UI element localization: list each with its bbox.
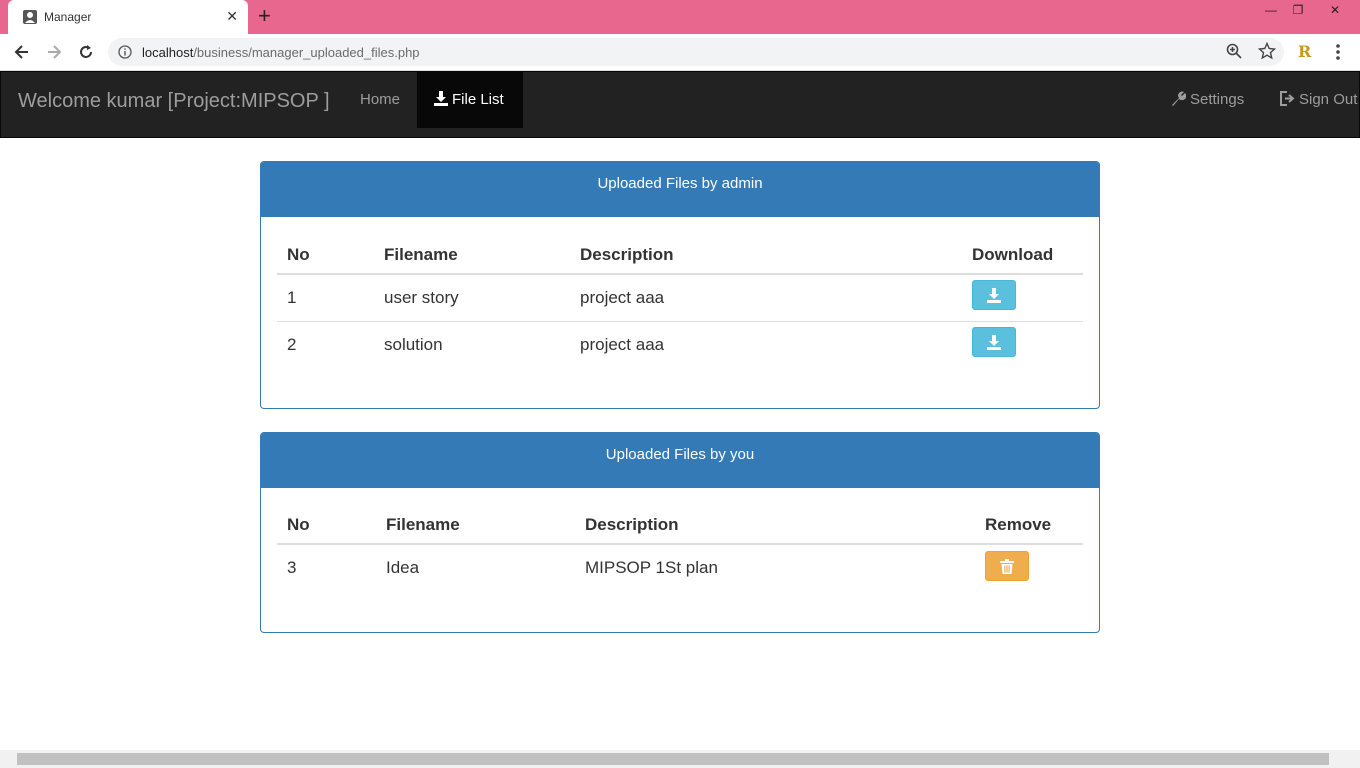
- user-favicon-icon: [23, 10, 37, 24]
- tab-close-icon[interactable]: ✕: [226, 8, 238, 24]
- admin-files-table: No Filename Description Download 1 user …: [277, 236, 1083, 368]
- column-header: Remove: [975, 506, 1083, 545]
- cell-description: project aaa: [570, 320, 962, 368]
- download-icon: [987, 335, 1001, 351]
- user-files-table: No Filename Description Remove 3 Idea MI…: [277, 506, 1083, 591]
- table-header-row: No Filename Description Download: [277, 236, 1083, 275]
- new-tab-icon[interactable]: +: [258, 5, 271, 27]
- user-panel-heading: Uploaded Files by you: [261, 433, 1099, 488]
- browser-tab[interactable]: Manager ✕: [8, 0, 248, 34]
- download-button[interactable]: [972, 280, 1016, 311]
- browser-tabstrip: Manager ✕ + — ❐ ✕: [0, 0, 1360, 34]
- column-header: Filename: [376, 506, 575, 545]
- url-text: localhost/business/manager_uploaded_file…: [142, 45, 420, 60]
- cell-filename: user story: [384, 287, 459, 307]
- nav-settings-link[interactable]: Settings: [1171, 72, 1244, 128]
- bookmark-star-icon[interactable]: [1258, 42, 1276, 60]
- cell-no: 1: [287, 287, 297, 307]
- download-icon: [987, 288, 1001, 304]
- address-bar[interactable]: localhost/business/manager_uploaded_file…: [108, 38, 1284, 66]
- nav-sign-out-link[interactable]: Sign Out: [1279, 72, 1357, 128]
- cell-description: project aaa: [580, 287, 665, 307]
- trash-icon: [1000, 558, 1014, 574]
- nav-settings-label: Settings: [1190, 91, 1245, 108]
- cell-description: MIPSOP 1St plan: [585, 558, 718, 577]
- sign-out-icon: [1280, 91, 1295, 106]
- admin-files-panel: Uploaded Files by admin No Filename Desc…: [260, 161, 1100, 409]
- restore-icon[interactable]: ❐: [1283, 0, 1313, 20]
- table-row: 1 user story project aaa: [277, 274, 1083, 321]
- column-header: Download: [962, 236, 1083, 275]
- column-header: No: [277, 236, 374, 275]
- scrollbar-thumb[interactable]: [17, 753, 1329, 765]
- navbar-brand[interactable]: Welcome kumar [Project:MIPSOP ]: [18, 90, 330, 113]
- tab-title: Manager: [44, 10, 92, 24]
- browser-toolbar: localhost/business/manager_uploaded_file…: [0, 34, 1360, 71]
- wrench-icon: [1172, 91, 1187, 106]
- extension-r-icon[interactable]: R: [1298, 42, 1311, 61]
- nav-home-link[interactable]: Home: [345, 72, 415, 128]
- browser-menu-icon[interactable]: [1334, 42, 1342, 62]
- table-header-row: No Filename Description Remove: [277, 506, 1083, 545]
- cell-filename: solution: [374, 320, 570, 368]
- back-arrow-icon[interactable]: [12, 42, 32, 62]
- download-button[interactable]: [972, 327, 1016, 358]
- nav-file-list-link[interactable]: File List: [417, 72, 523, 128]
- cell-action: [962, 320, 1083, 368]
- column-header: Description: [570, 236, 962, 275]
- nav-sign-out-label: Sign Out: [1299, 91, 1358, 108]
- column-header: Description: [575, 506, 975, 545]
- download-icon: [434, 91, 448, 106]
- nav-file-list-label: File List: [452, 91, 504, 108]
- column-header: Filename: [374, 236, 570, 275]
- cell-no: 2: [277, 320, 374, 368]
- site-info-icon[interactable]: [118, 45, 132, 59]
- table-row: 2 solution project aaa: [277, 320, 1083, 368]
- remove-button[interactable]: [985, 550, 1029, 581]
- window-close-icon[interactable]: ✕: [1320, 0, 1350, 20]
- cell-no: 3: [287, 558, 297, 577]
- cell-action: [962, 274, 1083, 321]
- user-files-panel: Uploaded Files by you No Filename Descri…: [260, 432, 1100, 633]
- forward-arrow-icon[interactable]: [44, 42, 64, 62]
- app-navbar: Welcome kumar [Project:MIPSOP ] Home Fil…: [0, 71, 1360, 138]
- column-header: No: [277, 506, 376, 545]
- minimize-icon[interactable]: —: [1256, 0, 1286, 20]
- reload-icon[interactable]: [76, 42, 96, 62]
- zoom-icon[interactable]: [1226, 43, 1242, 59]
- table-row: 3 Idea MIPSOP 1St plan: [277, 544, 1083, 591]
- cell-filename: Idea: [386, 558, 420, 577]
- horizontal-scrollbar[interactable]: [0, 750, 1360, 768]
- cell-action: [975, 544, 1083, 591]
- admin-panel-heading: Uploaded Files by admin: [261, 162, 1099, 217]
